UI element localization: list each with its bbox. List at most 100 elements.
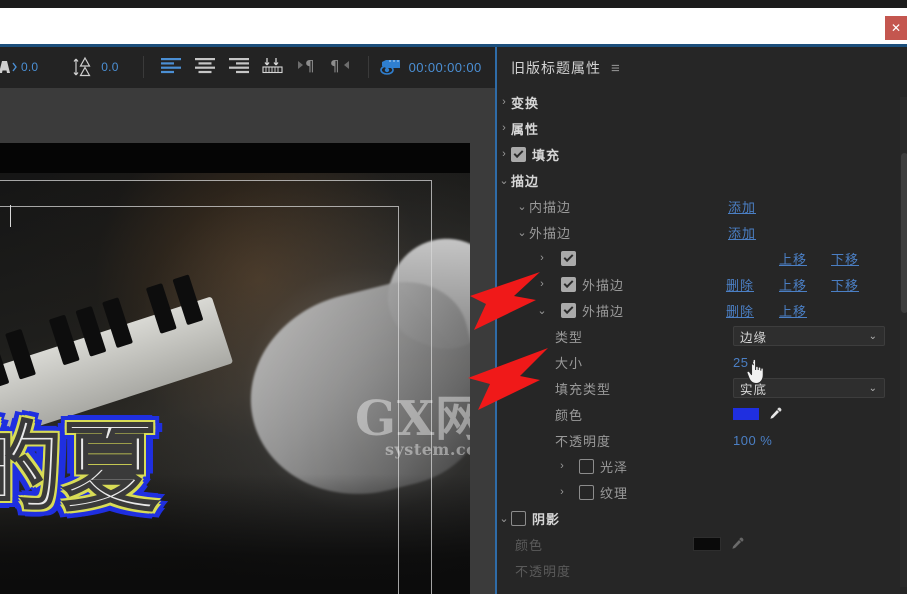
leading-value[interactable]: 0.0: [101, 60, 118, 74]
property-row-transform[interactable]: › 变换: [497, 89, 907, 115]
property-row-outer-stroke-2[interactable]: › 外描边 删除 上移 下移: [497, 271, 907, 297]
property-label: 描边: [511, 173, 540, 189]
property-label: 不透明度: [515, 563, 572, 579]
shadow-checkbox[interactable]: [511, 510, 526, 526]
twirl-icon[interactable]: ›: [535, 252, 549, 264]
title-text-object[interactable]: 的夏: [0, 419, 159, 517]
twirl-icon[interactable]: ›: [497, 96, 511, 108]
property-label: 填充类型: [555, 381, 612, 397]
twirl-icon[interactable]: ⌄: [515, 200, 529, 213]
panel-scrollbar-track[interactable]: [900, 97, 907, 587]
twirl-icon[interactable]: ⌄: [515, 226, 529, 239]
kerning-group[interactable]: 0.0: [0, 48, 52, 86]
outer-stroke-add-link[interactable]: 添加: [728, 223, 756, 242]
outer-stroke-3-move-up-link[interactable]: 上移: [779, 301, 807, 320]
twirl-icon[interactable]: ⌄: [497, 174, 511, 187]
kerning-value[interactable]: 0.0: [21, 60, 38, 74]
property-row-type[interactable]: 类型 边缘 ⌄: [497, 323, 907, 349]
twirl-icon[interactable]: ›: [497, 122, 511, 134]
panel-menu-icon[interactable]: ≡: [611, 61, 620, 76]
property-label: 变换: [511, 95, 540, 111]
panel-scrollbar-thumb[interactable]: [901, 153, 907, 313]
property-label: 光泽: [600, 459, 629, 475]
property-label: 不透明度: [555, 433, 612, 449]
type-select-value: 边缘: [740, 330, 768, 345]
property-row-fill-type[interactable]: 填充类型 实底 ⌄: [497, 375, 907, 401]
outer-stroke-2-move-up-link[interactable]: 上移: [779, 275, 807, 294]
program-monitor: 的夏 GX网 system.com: [0, 88, 495, 594]
outer-stroke-2-checkbox[interactable]: [561, 276, 576, 292]
property-row-sheen[interactable]: › 光泽: [497, 453, 907, 479]
sheen-checkbox[interactable]: [579, 458, 594, 474]
property-label: 外描边: [529, 225, 572, 241]
toolbar-divider-1: [142, 56, 144, 78]
opacity-unit: %: [760, 432, 772, 448]
align-right-icon[interactable]: [227, 55, 251, 80]
eyedropper-icon: [729, 536, 745, 552]
outer-stroke-2-move-down-link[interactable]: 下移: [831, 275, 859, 294]
property-label: 内描边: [529, 199, 572, 215]
property-row-outer-strokes[interactable]: ⌄ 外描边 添加: [497, 219, 907, 245]
property-row-size[interactable]: 大小 25: [497, 349, 907, 375]
outer-stroke-1-checkbox[interactable]: [561, 250, 576, 266]
browser-white-bar: [0, 8, 907, 44]
leading-icon: [72, 55, 98, 79]
outer-stroke-2-delete-link[interactable]: 删除: [726, 275, 754, 294]
property-row-outer-stroke-1[interactable]: › 上移 下移: [497, 245, 907, 271]
outer-stroke-3-delete-link[interactable]: 删除: [726, 301, 754, 320]
fill-type-select-value: 实底: [740, 382, 768, 397]
chevron-down-icon: ⌄: [868, 330, 878, 342]
property-row-strokes[interactable]: ⌄ 描边: [497, 167, 907, 193]
window-top-strip: [0, 0, 907, 8]
property-label: 外描边: [582, 303, 625, 319]
texture-checkbox[interactable]: [579, 484, 594, 500]
close-button[interactable]: ✕: [885, 16, 907, 40]
property-row-texture[interactable]: › 纹理: [497, 479, 907, 505]
show-video-icon[interactable]: [379, 57, 403, 77]
inner-stroke-add-link[interactable]: 添加: [728, 197, 756, 216]
text-direction-rtl-icon[interactable]: ¶: [329, 55, 353, 80]
property-label: 填充: [532, 147, 561, 163]
opacity-value[interactable]: 100: [733, 433, 756, 448]
twirl-icon[interactable]: ⌄: [535, 304, 549, 317]
text-direction-ltr-icon[interactable]: ¶: [295, 55, 319, 80]
fill-checkbox[interactable]: [511, 146, 526, 162]
property-row-shadow[interactable]: ⌄ 阴影: [497, 505, 907, 531]
toolbar-divider-2: [367, 56, 369, 78]
twirl-icon[interactable]: ›: [535, 278, 549, 290]
property-row-inner-strokes[interactable]: ⌄ 内描边 添加: [497, 193, 907, 219]
fill-type-select[interactable]: 实底 ⌄: [733, 378, 885, 398]
property-row-color[interactable]: 颜色: [497, 401, 907, 427]
chevron-down-icon: ⌄: [868, 382, 878, 394]
twirl-icon[interactable]: ⌄: [497, 512, 511, 525]
app-root: ✕ 0.0 0.0 ¶ ¶ 00:00:00:00 的夏 GX网 system.…: [0, 0, 907, 594]
property-row-properties[interactable]: › 属性: [497, 115, 907, 141]
legacy-title-properties-panel: 旧版标题属性 ≡ › 变换 › 属性 › 填充 ⌄ 描边 ⌄ 内描边 添加 ⌄ …: [495, 47, 907, 594]
property-label: 阴影: [532, 511, 561, 527]
leading-group[interactable]: 0.0: [72, 48, 132, 86]
twirl-icon[interactable]: ›: [555, 460, 569, 472]
property-label: 外描边: [582, 277, 625, 293]
text-cursor-caret: [10, 205, 11, 227]
kerning-icon: [0, 57, 18, 77]
eyedropper-icon[interactable]: [767, 406, 783, 422]
twirl-icon[interactable]: ›: [555, 486, 569, 498]
property-row-opacity[interactable]: 不透明度 100 %: [497, 427, 907, 453]
title-toolbar: 0.0 0.0 ¶ ¶ 00:00:00:00: [0, 48, 495, 86]
property-label: 颜色: [515, 537, 544, 553]
stroke-color-swatch[interactable]: [733, 408, 759, 420]
svg-text:¶: ¶: [305, 57, 315, 75]
property-row-outer-stroke-3[interactable]: ⌄ 外描边 删除 上移: [497, 297, 907, 323]
video-canvas[interactable]: 的夏 GX网 system.com: [0, 143, 470, 594]
type-select[interactable]: 边缘 ⌄: [733, 326, 885, 346]
timecode-display[interactable]: 00:00:00:00: [409, 60, 482, 75]
outer-stroke-3-checkbox[interactable]: [561, 302, 576, 318]
outer-stroke-1-move-up-link[interactable]: 上移: [779, 249, 807, 268]
align-left-icon[interactable]: [159, 55, 183, 80]
tab-stops-icon[interactable]: [261, 55, 285, 80]
size-value[interactable]: 25: [733, 355, 748, 370]
twirl-icon[interactable]: ›: [497, 148, 511, 160]
outer-stroke-1-move-down-link[interactable]: 下移: [831, 249, 859, 268]
property-row-fill[interactable]: › 填充: [497, 141, 907, 167]
align-center-icon[interactable]: [193, 55, 217, 80]
